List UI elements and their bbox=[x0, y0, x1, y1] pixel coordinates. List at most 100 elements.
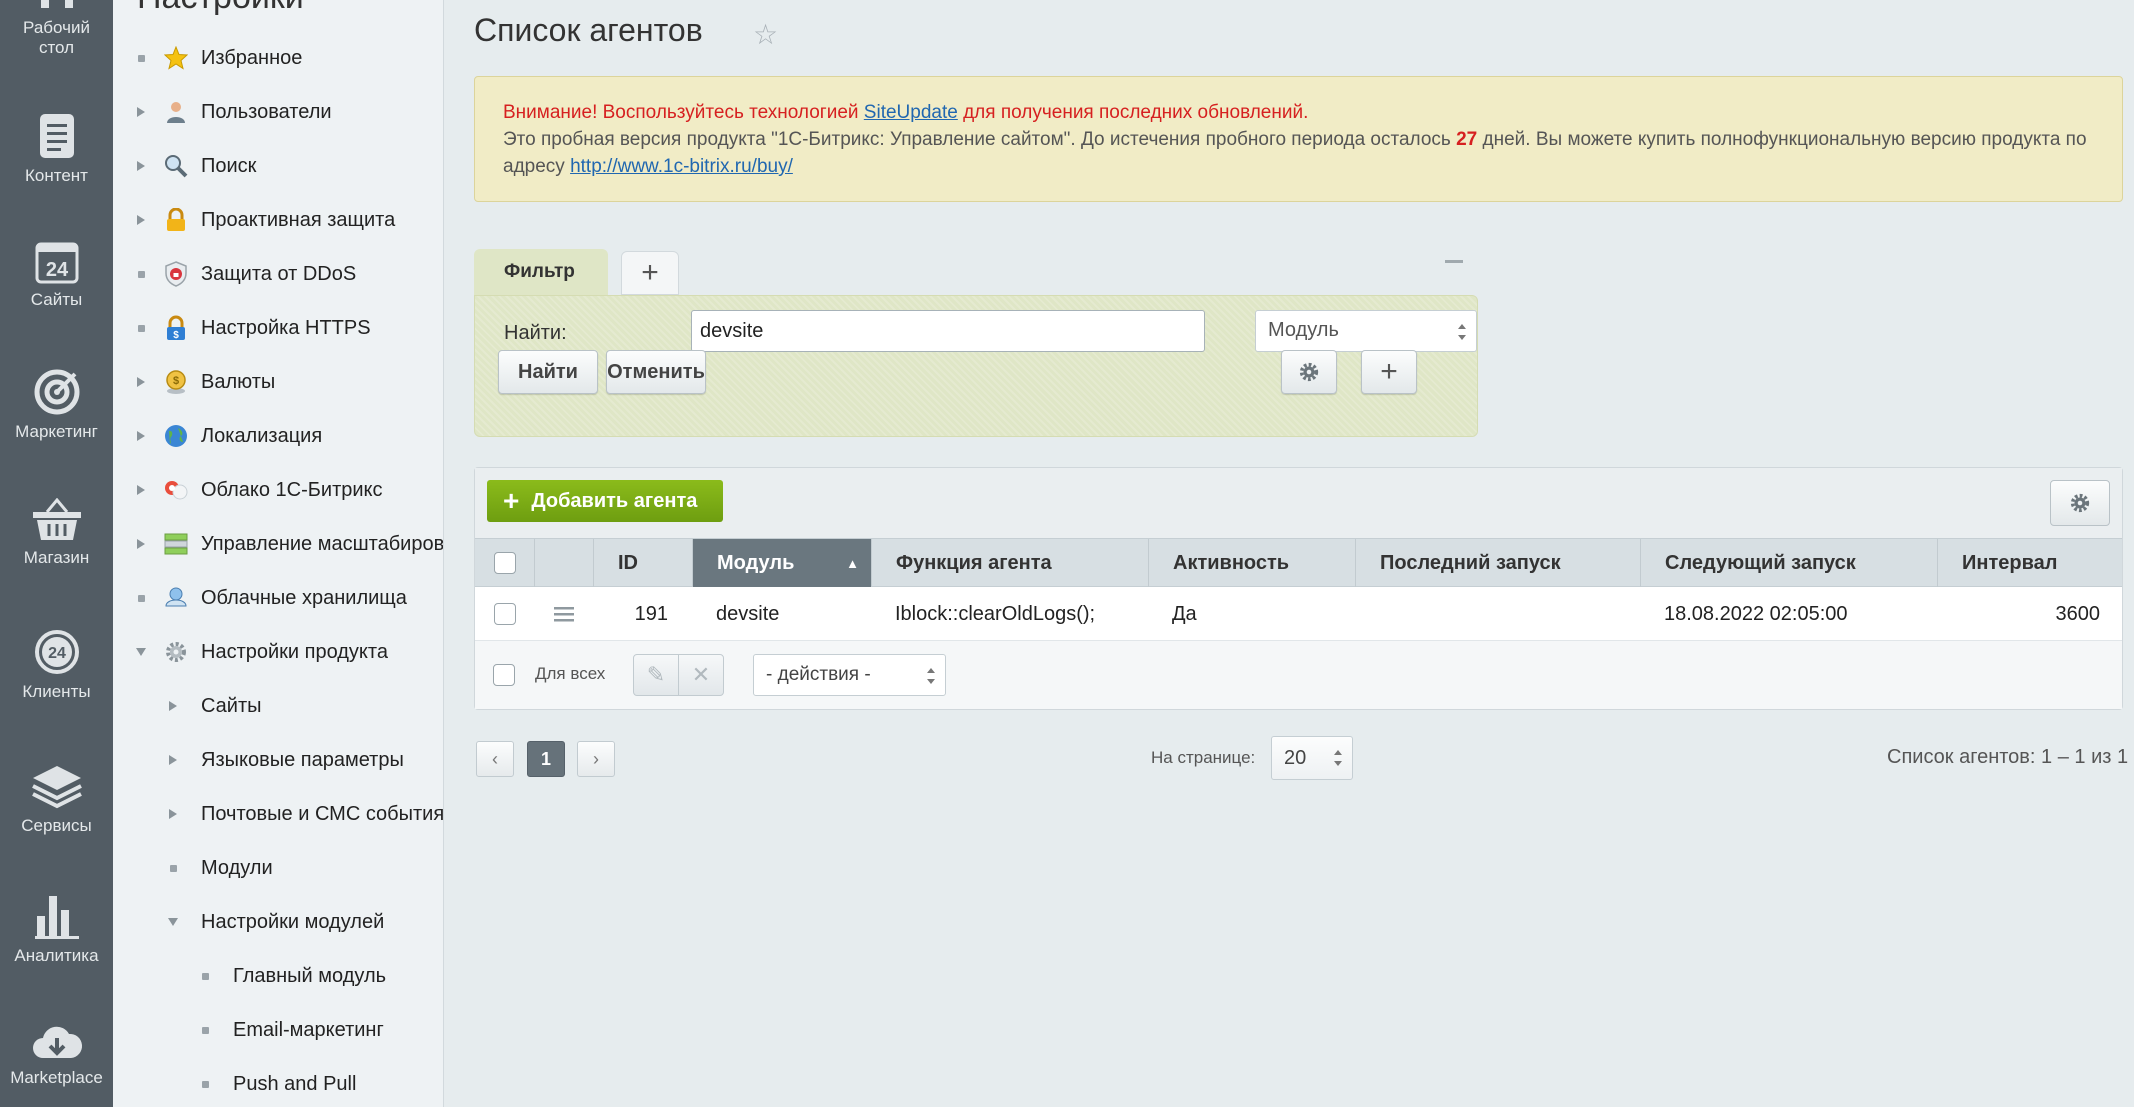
column-header-interval[interactable]: Интервал bbox=[1937, 539, 2122, 587]
expand-arrow-icon[interactable] bbox=[133, 428, 149, 444]
favorite-star-icon[interactable]: ☆ bbox=[753, 18, 778, 51]
menu-item-product-settings[interactable]: Настройки продукта bbox=[113, 637, 443, 667]
expand-arrow-icon[interactable] bbox=[165, 698, 181, 714]
column-header-function[interactable]: Функция агента bbox=[871, 539, 1148, 587]
expand-arrow-icon[interactable] bbox=[133, 158, 149, 174]
expand-arrow-icon[interactable] bbox=[133, 536, 149, 552]
nav-clients[interactable]: 24 Клиенты bbox=[0, 628, 113, 702]
menu-item-label: Настройки продукта bbox=[201, 640, 388, 663]
nav-services[interactable]: Сервисы bbox=[0, 764, 113, 836]
per-page-select[interactable]: 20 bbox=[1271, 736, 1353, 780]
filter-settings-button[interactable] bbox=[1281, 350, 1337, 394]
menu-item-label: Настройка HTTPS bbox=[201, 316, 371, 339]
expand-arrow-icon[interactable] bbox=[133, 212, 149, 228]
menu-item-ddos[interactable]: Защита от DDoS bbox=[113, 259, 443, 289]
menu-item-label: Управление масштабирова bbox=[201, 532, 444, 555]
plus-icon: + bbox=[641, 256, 659, 289]
menu-item-proactive[interactable]: Проактивная защита bbox=[113, 205, 443, 235]
prev-page-button[interactable]: ‹ bbox=[476, 741, 514, 777]
add-filter-field-button[interactable]: + bbox=[1361, 350, 1417, 394]
menu-item-scaling[interactable]: Управление масштабирова bbox=[113, 529, 444, 559]
plus-icon: + bbox=[503, 485, 520, 516]
per-page-value: 20 bbox=[1284, 747, 1307, 769]
for-all-checkbox[interactable] bbox=[493, 664, 515, 686]
menu-item-currencies[interactable]: $ Валюты bbox=[113, 367, 443, 397]
menu-item-email-marketing[interactable]: Email-маркетинг bbox=[113, 1015, 443, 1045]
menu-item-cloud-storage[interactable]: Облачные хранилища bbox=[113, 583, 443, 613]
table-row[interactable]: 191 devsite Iblock::clearOldLogs(); Да 1… bbox=[475, 587, 2122, 641]
menu-item-modules[interactable]: Модули bbox=[113, 853, 443, 883]
menu-item-mail-events[interactable]: Почтовые и СМС события bbox=[113, 799, 444, 829]
add-filter-tab-button[interactable]: + bbox=[621, 251, 679, 295]
menu-item-module-settings[interactable]: Настройки модулей bbox=[113, 907, 443, 937]
menu-item-language[interactable]: Языковые параметры bbox=[113, 745, 443, 775]
expand-arrow-icon[interactable] bbox=[133, 374, 149, 390]
add-agent-button[interactable]: + Добавить агента bbox=[487, 480, 723, 522]
row-menu-icon[interactable] bbox=[534, 587, 593, 641]
nav-marketing[interactable]: Маркетинг bbox=[0, 368, 113, 442]
grid-settings-button[interactable] bbox=[2050, 480, 2110, 526]
menu-item-users[interactable]: Пользователи bbox=[113, 97, 443, 127]
desktop-icon bbox=[40, 0, 73, 8]
nav-marketplace[interactable]: Marketplace bbox=[0, 1024, 113, 1088]
menu-item-favorites[interactable]: Избранное bbox=[113, 43, 443, 73]
group-actions-bar: Для всех ✎ ✕ - действия - bbox=[475, 641, 2122, 709]
menu-item-cloud[interactable]: Облако 1С-Битрикс bbox=[113, 475, 443, 505]
menu-item-label: Защита от DDoS bbox=[201, 262, 357, 285]
find-button[interactable]: Найти bbox=[498, 350, 598, 394]
menu-item-localization[interactable]: Локализация bbox=[113, 421, 443, 451]
page-title: Список агентов bbox=[474, 12, 703, 48]
expand-arrow-icon[interactable] bbox=[165, 806, 181, 822]
expand-arrow-icon[interactable] bbox=[133, 482, 149, 498]
cloud-storage-icon bbox=[163, 585, 189, 611]
gear-icon bbox=[1299, 362, 1319, 382]
nav-content[interactable]: Контент bbox=[0, 112, 113, 186]
filter-collapse-icon[interactable] bbox=[1445, 260, 1463, 263]
grid-toolbar: + Добавить агента bbox=[475, 468, 2122, 538]
column-header-module[interactable]: Модуль ▲ bbox=[692, 539, 871, 587]
nav-sites[interactable]: 24 Сайты bbox=[0, 240, 113, 310]
user-icon bbox=[163, 99, 189, 125]
siteupdate-link[interactable]: SiteUpdate bbox=[864, 102, 958, 123]
menu-item-search[interactable]: Поиск bbox=[113, 151, 443, 181]
menu-item-https[interactable]: $ Настройка HTTPS bbox=[113, 313, 443, 343]
menu-item-label: Поиск bbox=[201, 154, 257, 177]
cell-last-run bbox=[1355, 587, 1640, 641]
delete-button[interactable]: ✕ bbox=[678, 654, 724, 696]
menu-item-main-module[interactable]: Главный модуль bbox=[113, 961, 443, 991]
page-1-button[interactable]: 1 bbox=[527, 741, 565, 777]
buy-link[interactable]: http://www.1c-bitrix.ru/buy/ bbox=[570, 156, 793, 177]
nav-shop[interactable]: Магазин bbox=[0, 498, 113, 568]
filter-tab[interactable]: Фильтр bbox=[474, 249, 608, 295]
select-all-checkbox[interactable] bbox=[493, 552, 516, 574]
collapse-arrow-icon[interactable] bbox=[165, 914, 181, 930]
menu-item-sites[interactable]: Сайты bbox=[113, 691, 443, 721]
nav-content-label: Контент bbox=[25, 166, 88, 185]
menu-title: Настройки bbox=[137, 0, 304, 17]
column-header-next-run[interactable]: Следующий запуск bbox=[1640, 539, 1937, 587]
warning-text: Внимание! Воспользуйтесь технологией bbox=[503, 102, 864, 123]
column-header-id[interactable]: ID bbox=[593, 539, 692, 587]
actions-column-header bbox=[534, 539, 593, 587]
menu-item-push-pull[interactable]: Push and Pull bbox=[113, 1069, 443, 1099]
cancel-button[interactable]: Отменить bbox=[606, 350, 706, 394]
add-agent-label: Добавить агента bbox=[531, 489, 698, 512]
nav-desktop[interactable]: Рабочий стол bbox=[0, 0, 113, 58]
nav-analytics[interactable]: Аналитика bbox=[0, 892, 113, 966]
collapse-arrow-icon[interactable] bbox=[133, 644, 149, 660]
row-checkbox[interactable] bbox=[493, 603, 516, 625]
next-page-button[interactable]: › bbox=[577, 741, 615, 777]
column-header-active[interactable]: Активность bbox=[1148, 539, 1355, 587]
select-arrows-icon bbox=[1334, 750, 1342, 766]
menu-item-label: Почтовые и СМС события bbox=[201, 802, 444, 825]
bullet-marker bbox=[133, 590, 149, 606]
column-header-last-run[interactable]: Последний запуск bbox=[1355, 539, 1640, 587]
edit-button[interactable]: ✎ bbox=[633, 654, 679, 696]
expand-arrow-icon[interactable] bbox=[133, 104, 149, 120]
gear-icon bbox=[163, 639, 189, 665]
expand-arrow-icon[interactable] bbox=[165, 752, 181, 768]
find-input[interactable] bbox=[691, 310, 1205, 352]
nav-desktop-label: Рабочий стол bbox=[23, 18, 90, 57]
actions-select[interactable]: - действия - bbox=[753, 654, 946, 696]
field-select[interactable]: Модуль bbox=[1255, 310, 1477, 352]
